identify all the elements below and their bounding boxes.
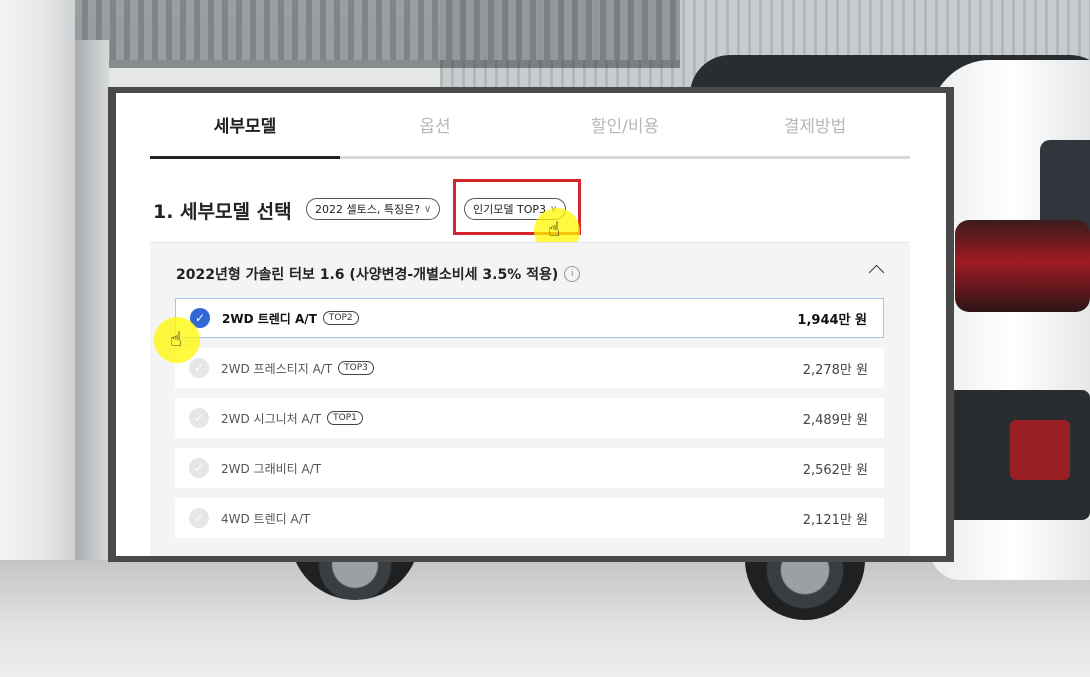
tab-payment[interactable]: 결제방법 [720, 93, 910, 156]
tab-discount-cost[interactable]: 할인/비용 [530, 93, 720, 156]
trim-name-text: 2WD 그래비티 A/T [221, 461, 322, 476]
screenshot-frame: 세부모델 옵션 할인/비용 결제방법 1. 세부모델 선택 2022 셀토스, … [108, 87, 954, 562]
trim-name-text: 2WD 트렌디 A/T [222, 311, 317, 326]
tab-options[interactable]: 옵션 [340, 93, 530, 156]
rank-badge: TOP3 [338, 361, 374, 375]
trim-row[interactable]: ✓ 2WD 프레스티지 A/T TOP3 2,278만 원 [175, 348, 884, 388]
trim-price: 2,278만 원 [802, 362, 868, 378]
car-reflector [1010, 420, 1070, 480]
features-dropdown-label: 2022 셀토스, 특징은? [315, 203, 421, 216]
trim-row[interactable]: ✓ 2WD 시그니처 A/T TOP1 2,489만 원 [175, 398, 884, 438]
hand-cursor-icon: ☝ [170, 327, 183, 351]
model-selector-panel: 세부모델 옵션 할인/비용 결제방법 1. 세부모델 선택 2022 셀토스, … [116, 93, 946, 556]
trim-name: 2WD 시그니처 A/T TOP1 [221, 410, 363, 427]
step-tabs: 세부모델 옵션 할인/비용 결제방법 [150, 93, 910, 159]
chevron-up-icon[interactable] [868, 264, 885, 281]
trim-row[interactable]: ✓ 2WD 그래비티 A/T 2,562만 원 [175, 448, 884, 488]
trim-price: 2,489만 원 [802, 412, 868, 428]
trim-name: 2WD 프레스티지 A/T TOP3 [221, 360, 374, 377]
tab-label: 세부모델 [213, 117, 277, 137]
check-icon[interactable]: ✓ [189, 508, 209, 528]
trim-name: 4WD 트렌디 A/T [221, 510, 310, 527]
trim-name-text: 4WD 트렌디 A/T [221, 511, 311, 526]
trim-name-text: 2WD 시그니처 A/T [221, 411, 322, 426]
trim-price: 1,944만 원 [797, 312, 867, 328]
features-dropdown[interactable]: 2022 셀토스, 특징은? ∨ [306, 198, 441, 220]
tab-sub-model[interactable]: 세부모델 [150, 93, 340, 159]
trim-price: 2,121만 원 [802, 512, 868, 528]
trim-price: 2,562만 원 [802, 462, 868, 478]
group-title-text: 2022년형 가솔린 터보 1.6 (사양변경-개별소비세 3.5% 적용) [176, 267, 559, 283]
trim-name: 2WD 그래비티 A/T [221, 460, 321, 477]
hand-cursor-icon: ☝ [548, 217, 561, 241]
chevron-down-icon: ∨ [424, 203, 432, 215]
pillar-side [75, 40, 109, 600]
tab-label: 할인/비용 [590, 117, 660, 137]
trim-group: 2022년형 가솔린 터보 1.6 (사양변경-개별소비세 3.5% 적용) i… [150, 242, 910, 556]
trim-row[interactable]: ✓ 2WD 트렌디 A/T TOP2 1,944만 원 [175, 298, 884, 338]
group-title: 2022년형 가솔린 터보 1.6 (사양변경-개별소비세 3.5% 적용) i [176, 264, 581, 284]
trim-name: 2WD 트렌디 A/T TOP2 [222, 310, 359, 327]
tab-label: 옵션 [419, 117, 451, 137]
trim-name-text: 2WD 프레스티지 A/T [221, 361, 333, 376]
trim-row[interactable]: ✓ 4WD 트렌디 A/T 2,121만 원 [175, 498, 884, 538]
rank-badge: TOP2 [322, 311, 359, 325]
check-icon[interactable]: ✓ [189, 358, 209, 378]
rank-badge: TOP1 [327, 411, 363, 425]
check-icon[interactable]: ✓ [189, 408, 209, 428]
floor [0, 560, 1090, 677]
canopy-roof [40, 0, 680, 60]
section-heading: 1. 세부모델 선택 [153, 201, 292, 223]
car-tail-light [955, 220, 1090, 312]
canopy-shadow [40, 60, 680, 68]
tab-label: 결제방법 [783, 117, 847, 137]
info-icon[interactable]: i [564, 266, 581, 282]
check-icon[interactable]: ✓ [189, 458, 209, 478]
